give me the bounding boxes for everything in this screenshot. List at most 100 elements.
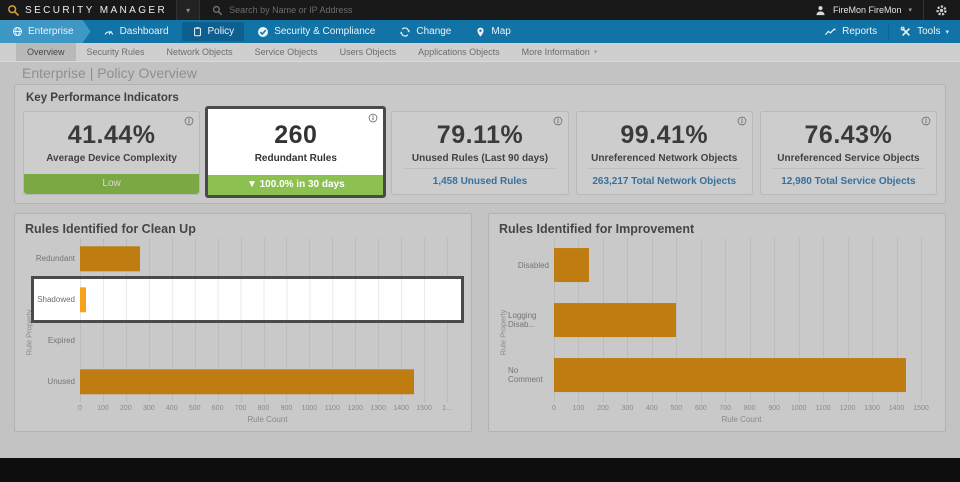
info-circle-icon[interactable]: [368, 113, 378, 123]
x-tick-label: 300: [621, 405, 634, 412]
kpi-value: 99.41%: [620, 121, 709, 149]
kpi-card-0[interactable]: 41.44% Average Device Complexity Low: [23, 111, 201, 195]
x-tick-label: 500: [670, 405, 683, 412]
info-circle-icon[interactable]: [737, 116, 747, 126]
kpi-label: Average Device Complexity: [46, 153, 177, 164]
x-axis: 0 100 200 300 400 500 600 700 800 900 1000 1100 1200…: [552, 402, 929, 415]
chart-row-disabled: Disabled: [508, 238, 935, 293]
kpi-cards-row: 41.44% Average Device Complexity Low 260 Red…: [23, 106, 938, 198]
magnifier-icon: [8, 4, 20, 16]
y-axis-label: Rule Property: [497, 238, 508, 427]
bar-no-comment[interactable]: [554, 357, 907, 392]
caret-down-icon: ▾: [593, 49, 598, 56]
kpi-trend-badge: ▼ 100.0% in 30 days: [208, 175, 384, 195]
subnav-item-network-objects[interactable]: Network Objects: [156, 43, 244, 61]
chart-row-unused: Unused: [34, 361, 461, 402]
subnav-label: Security Rules: [86, 47, 145, 57]
chart-panel-cleanup: Rules Identified for Clean Up Rule Proper…: [14, 213, 472, 432]
category-label: Disabled: [517, 260, 549, 270]
kpi-card-4[interactable]: 76.43% Unreferenced Service Objects 12,980…: [759, 111, 938, 195]
app-menu-caret[interactable]: ▾: [176, 0, 201, 20]
user-icon: [816, 5, 825, 15]
info-circle-icon[interactable]: [553, 116, 563, 126]
chart-panel-improvement: Rules Identified for Improvement Rule Pro…: [488, 213, 946, 432]
kpi-trend-badge: Low: [24, 174, 200, 194]
x-tick-label: 1300: [864, 405, 880, 412]
subnav-item-applications-objects[interactable]: Applications Objects: [407, 43, 511, 61]
x-axis-label: Rule Count: [721, 415, 762, 424]
plot-area: Redundant Shadowed Expired Unused 0 100 200 300…: [34, 238, 461, 427]
gear-icon[interactable]: [935, 4, 948, 17]
nav-item-reports[interactable]: Reports: [813, 20, 888, 43]
nav-item-security-compliance[interactable]: Security & Compliance: [245, 20, 387, 43]
kpi-value: 260: [274, 121, 318, 149]
bar-logging-disab-[interactable]: [554, 303, 677, 337]
nav-item-tools[interactable]: Tools ▾: [889, 20, 960, 43]
kpi-card-3[interactable]: 99.41% Unreferenced Network Objects 263,21…: [575, 111, 753, 195]
chart-row-redundant: Redundant: [34, 238, 461, 279]
top-app-bar: SECURITY MANAGER ▾ FireMon FireMon ▾: [0, 0, 960, 20]
x-tick-label: 1400: [888, 405, 905, 412]
nav-item-policy[interactable]: Policy: [181, 22, 245, 41]
nav-label: Dashboard: [119, 26, 169, 37]
bar-disabled[interactable]: [554, 248, 590, 283]
y-axis-label: Rule Property: [23, 238, 34, 427]
nav-label: Security & Compliance: [274, 26, 376, 37]
chart-body: Rule Property Disabled Logging Disab... No …: [497, 238, 935, 427]
nav-label: Policy: [207, 26, 235, 37]
global-search: [212, 5, 815, 16]
info-circle-icon[interactable]: [184, 116, 194, 126]
x-tick-label: 1200: [347, 405, 364, 412]
search-input[interactable]: [229, 5, 530, 15]
kpi-card-1[interactable]: 260 Redundant Rules ▼ 100.0% in 30 days: [205, 106, 387, 198]
policy-subnav: Overview Security Rules Network Objects Ser…: [0, 43, 960, 62]
chart-row-shadowed: Shadowed: [34, 279, 461, 320]
circle-check-icon: [258, 26, 269, 37]
kpi-detail-link[interactable]: 12,980 Total Service Objects: [772, 168, 925, 194]
subnav-item-users-objects[interactable]: Users Objects: [329, 43, 408, 61]
subnav-label: Overview: [27, 47, 65, 57]
x-axis-label: Rule Count: [247, 415, 288, 424]
subnav-item-security-rules[interactable]: Security Rules: [76, 43, 156, 61]
caret-down-icon[interactable]: ▾: [908, 6, 912, 14]
bar-redundant[interactable]: [80, 245, 140, 272]
nav-item-dashboard[interactable]: Dashboard: [91, 20, 181, 43]
subnav-label: Network Objects: [166, 47, 233, 57]
divider: [923, 0, 924, 20]
x-tick-label: 100: [97, 405, 109, 412]
x-tick-label: 1500: [416, 405, 432, 412]
kpi-heading: Key Performance Indicators: [26, 92, 179, 104]
subnav-item-more-information[interactable]: More Information ▾: [511, 43, 609, 61]
subnav-label: More Information: [521, 47, 590, 57]
x-tick-label: 400: [646, 405, 658, 412]
y-axis-label-text: Rule Property: [498, 309, 508, 356]
nav-label: Tools: [917, 26, 941, 37]
nav-item-change[interactable]: Change: [387, 20, 463, 43]
footer-band: [0, 458, 960, 482]
category-label: Logging Disab...: [508, 311, 537, 329]
subnav-item-overview[interactable]: Overview: [16, 43, 76, 61]
user-menu[interactable]: FireMon FireMon: [833, 5, 902, 15]
x-tick-label: 400: [165, 405, 178, 412]
nav-item-enterprise[interactable]: Enterprise: [0, 20, 91, 43]
x-tick-label: 900: [280, 405, 293, 412]
charts-row: Rules Identified for Clean Up Rule Proper…: [14, 213, 946, 432]
category-label: Unused: [47, 377, 75, 386]
kpi-card-2[interactable]: 79.11% Unused Rules (Last 90 days) 1,458 U…: [391, 111, 569, 195]
kpi-label: Unused Rules (Last 90 days): [411, 153, 549, 164]
kpi-detail-link[interactable]: 1,458 Unused Rules: [404, 168, 556, 194]
app-title: SECURITY MANAGER: [25, 4, 168, 16]
x-tick-label: 700: [234, 405, 247, 412]
bar-track: [80, 238, 447, 279]
x-tick-label: 1100: [324, 405, 340, 412]
bar-shadowed[interactable]: [80, 286, 86, 313]
plot-area: Disabled Logging Disab... No Comment 0 100 20…: [508, 238, 935, 427]
subnav-item-service-objects[interactable]: Service Objects: [244, 43, 329, 61]
info-circle-icon[interactable]: [921, 116, 931, 126]
bar-track: [80, 279, 447, 320]
chart-body: Rule Property Redundant Shadowed Expired Unu…: [23, 238, 461, 427]
kpi-detail-link[interactable]: 263,217 Total Network Objects: [588, 168, 740, 194]
nav-item-map[interactable]: Map: [463, 20, 522, 43]
bar-unused[interactable]: [80, 368, 415, 395]
subnav-label: Users Objects: [339, 47, 397, 57]
